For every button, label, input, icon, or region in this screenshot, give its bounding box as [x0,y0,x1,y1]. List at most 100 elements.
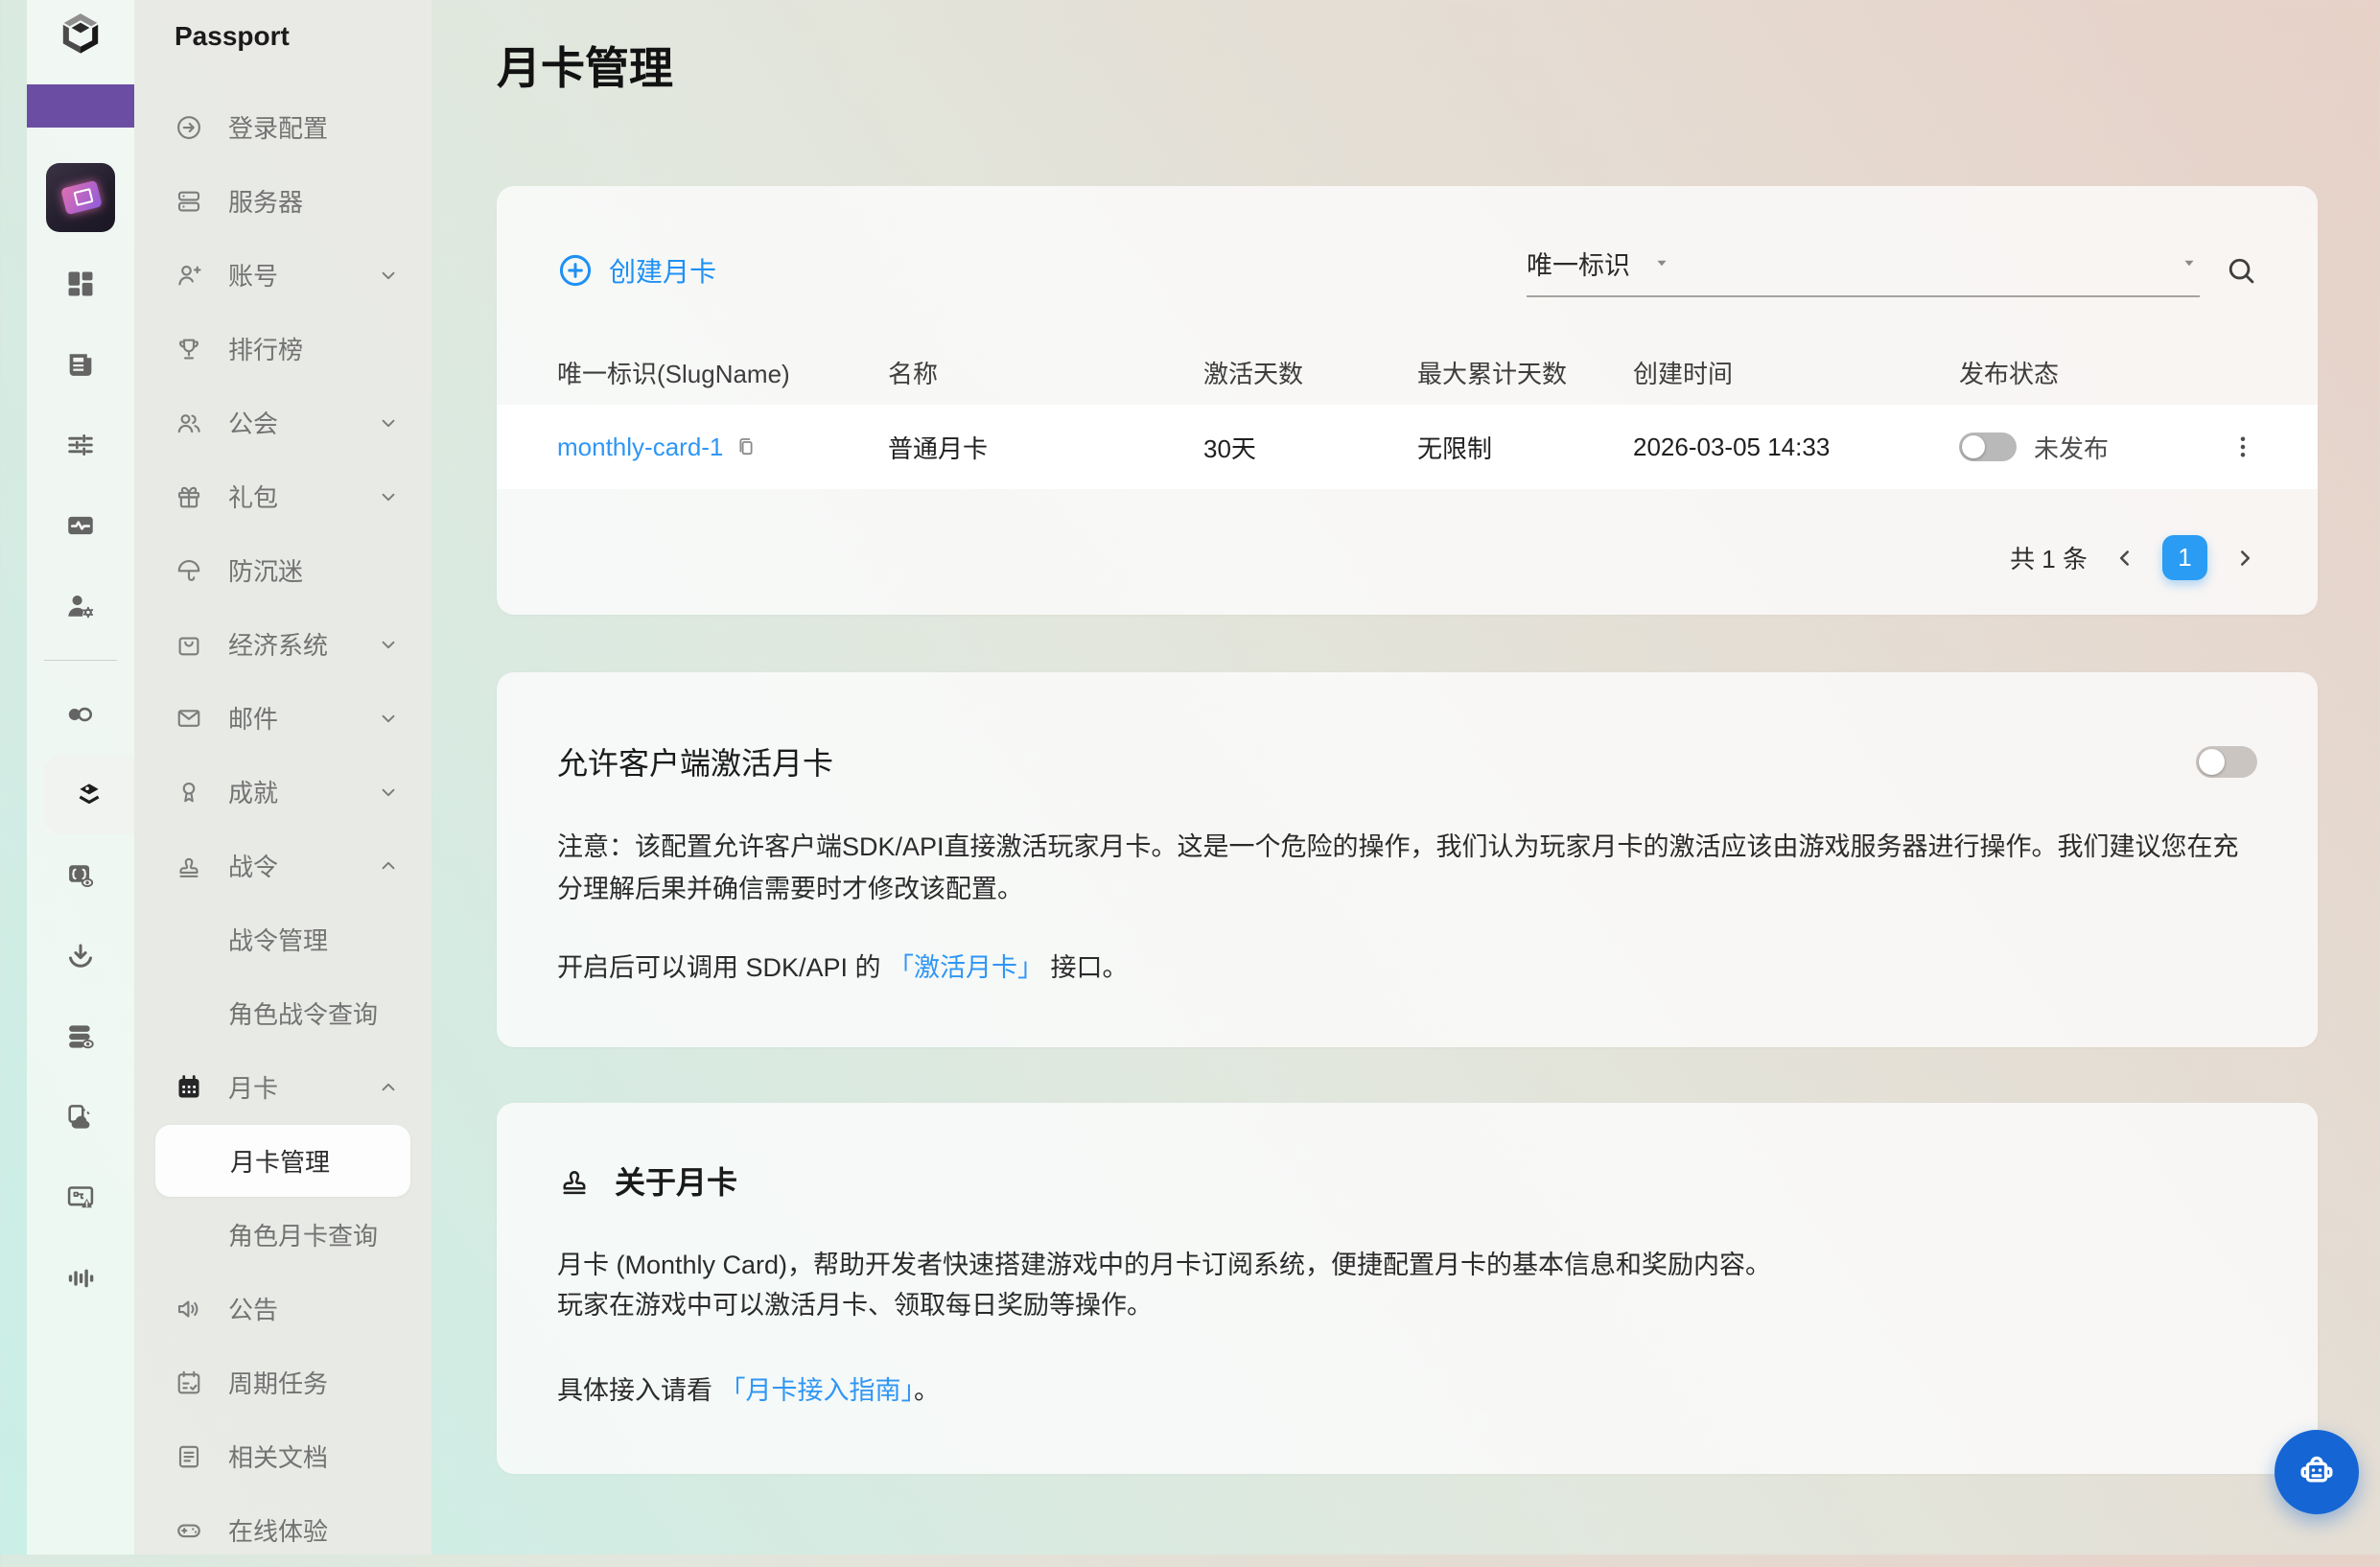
about-header: 关于月卡 [557,1158,2257,1203]
rail-item-news[interactable] [27,338,134,391]
layers-icon [73,779,105,811]
page-title: 月卡管理 [497,42,2380,94]
guide-line: 具体接入请看 「月卡接入指南」。 [557,1369,2257,1407]
column-header: 发布状态 [1959,355,2189,390]
sidebar-item-achievement[interactable]: 成就 [134,755,432,829]
table-toolbar: 创建月卡 唯一标识 [497,186,2318,297]
pagination: 共 1 条 1 [497,489,2318,580]
sidebar-item-online-demo[interactable]: 在线体验 [134,1493,432,1567]
rail-divider [44,660,117,661]
page-number-button[interactable]: 1 [2162,535,2207,580]
publish-state-label: 未发布 [2034,430,2109,465]
created-time-cell: 2026-03-05 14:33 [1633,433,1959,462]
search-icon[interactable] [2225,254,2257,287]
infinity-icon [64,698,97,731]
guide-link[interactable]: 「月卡接入指南」 [720,1376,915,1405]
rail-item-infinity[interactable] [27,688,134,741]
chevron-right-icon[interactable] [2232,546,2257,571]
api-line-prefix: 开启后可以调用 SDK/API 的 [557,953,888,982]
rail-item-board-warning[interactable] [27,1171,134,1225]
gift-icon [175,482,203,511]
sidebar-item-battle-pass-role-query[interactable]: 角色战令查询 [134,976,432,1050]
rail-item-layers[interactable] [44,756,134,834]
chevron-down-icon [378,265,399,286]
about-title: 关于月卡 [615,1158,737,1203]
waveform-icon [64,1262,97,1295]
project-thumbnail[interactable] [46,163,115,232]
sidebar-item-label: 公告 [228,1291,278,1326]
copy-icon[interactable] [735,435,758,458]
rail-item-tune[interactable] [27,418,134,472]
robot-icon [2295,1450,2339,1494]
rail-item-user-settings[interactable] [27,579,134,633]
sidebar-item-economy-system[interactable]: 经济系统 [134,607,432,681]
about-line-1: 月卡 (Monthly Card)，帮助开发者快速搭建游戏中的月卡订阅系统，便捷… [557,1245,2257,1285]
rail-item-dashboard[interactable] [27,257,134,311]
sidebar-item-login-config[interactable]: 登录配置 [134,90,432,164]
rail-item-waveform[interactable] [27,1251,134,1305]
sidebar-item-label: 防沉迷 [228,552,303,588]
sidebar-item-monthly-card-role-query[interactable]: 角色月卡查询 [134,1198,432,1272]
slug-link[interactable]: monthly-card-1 [557,433,723,462]
medal-icon [175,778,203,807]
assistant-fab-button[interactable] [2275,1430,2359,1514]
pagination-total: 共 1 条 [2010,540,2088,575]
download-icon [64,940,97,972]
chevron-down-icon [378,486,399,507]
database-eye-icon [64,1020,97,1053]
sidebar-item-battle-pass[interactable]: 战令 [134,829,432,902]
chevron-left-icon[interactable] [2112,546,2137,571]
filter-value-input[interactable] [1672,246,2179,280]
caret-down-icon [1651,252,1672,273]
sidebar-item-label: 相关文档 [228,1438,328,1474]
umbrella-icon [175,556,203,585]
sidebar-item-label: 经济系统 [228,626,328,662]
icon-rail [27,0,134,1555]
sidebar-item-announcement[interactable]: 公告 [134,1272,432,1345]
guide-prefix: 具体接入请看 [557,1376,720,1405]
filter-field-label[interactable]: 唯一标识 [1527,245,1630,282]
rail-item-activity[interactable] [27,499,134,552]
stamp-icon [557,1163,592,1198]
search-filter[interactable]: 唯一标识 [1527,245,2200,297]
table-header-row: 唯一标识(SlugName) 名称 激活天数 最大累计天数 创建时间 发布状态 [497,339,2318,405]
sidebar-item-label: 服务器 [228,183,303,219]
sidebar-item-label: 月卡管理 [230,1143,330,1179]
sidebar-item-label: 成就 [228,774,278,809]
client-activation-toggle[interactable] [2196,746,2257,778]
publish-toggle[interactable] [1959,433,2017,461]
sidebar-item-server[interactable]: 服务器 [134,164,432,238]
slug-cell: monthly-card-1 [557,433,888,462]
sidebar-item-battle-pass-manage[interactable]: 战令管理 [134,902,432,976]
rail-item-database-view[interactable] [27,1010,134,1064]
sidebar-item-monthly-card[interactable]: 月卡 [134,1050,432,1124]
sidebar-item-label: 排行榜 [228,331,303,366]
sidebar-item-guild[interactable]: 公会 [134,386,432,459]
shopping-bag-icon [175,630,203,659]
row-actions-kebab-icon[interactable] [2228,433,2257,461]
unity-logo[interactable] [54,8,107,61]
sidebar-item-periodic-task[interactable]: 周期任务 [134,1345,432,1419]
login-icon [175,113,203,142]
user-plus-icon [175,261,203,290]
sidebar-item-account[interactable]: 账号 [134,238,432,312]
publish-state-cell: 未发布 [1959,430,2189,465]
sidebar-item-related-docs[interactable]: 相关文档 [134,1419,432,1493]
activity-icon [64,509,97,542]
rail-item-cloud-copy[interactable] [27,1090,134,1144]
rail-item-code-preview[interactable] [27,849,134,902]
sidebar-item-anti-addiction[interactable]: 防沉迷 [134,533,432,607]
sidebar-item-gift-pack[interactable]: 礼包 [134,459,432,533]
code-eye-icon [64,859,97,892]
create-monthly-card-button[interactable]: 创建月卡 [557,251,716,290]
rail-item-download[interactable] [27,929,134,983]
sidebar-item-mail[interactable]: 邮件 [134,681,432,755]
icon-rail-menu [27,257,134,1332]
about-line-2: 玩家在游戏中可以激活月卡、领取每日奖励等操作。 [557,1285,2257,1325]
activate-card-api-link[interactable]: 「激活月卡」 [888,953,1043,982]
sidebar-item-label: 邮件 [228,700,278,736]
sidebar-item-leaderboard[interactable]: 排行榜 [134,312,432,386]
client-activation-header: 允许客户端激活月卡 [557,739,2257,784]
sidebar-item-label: 角色月卡查询 [228,1217,378,1252]
sidebar-item-monthly-card-manage[interactable]: 月卡管理 [155,1125,410,1197]
